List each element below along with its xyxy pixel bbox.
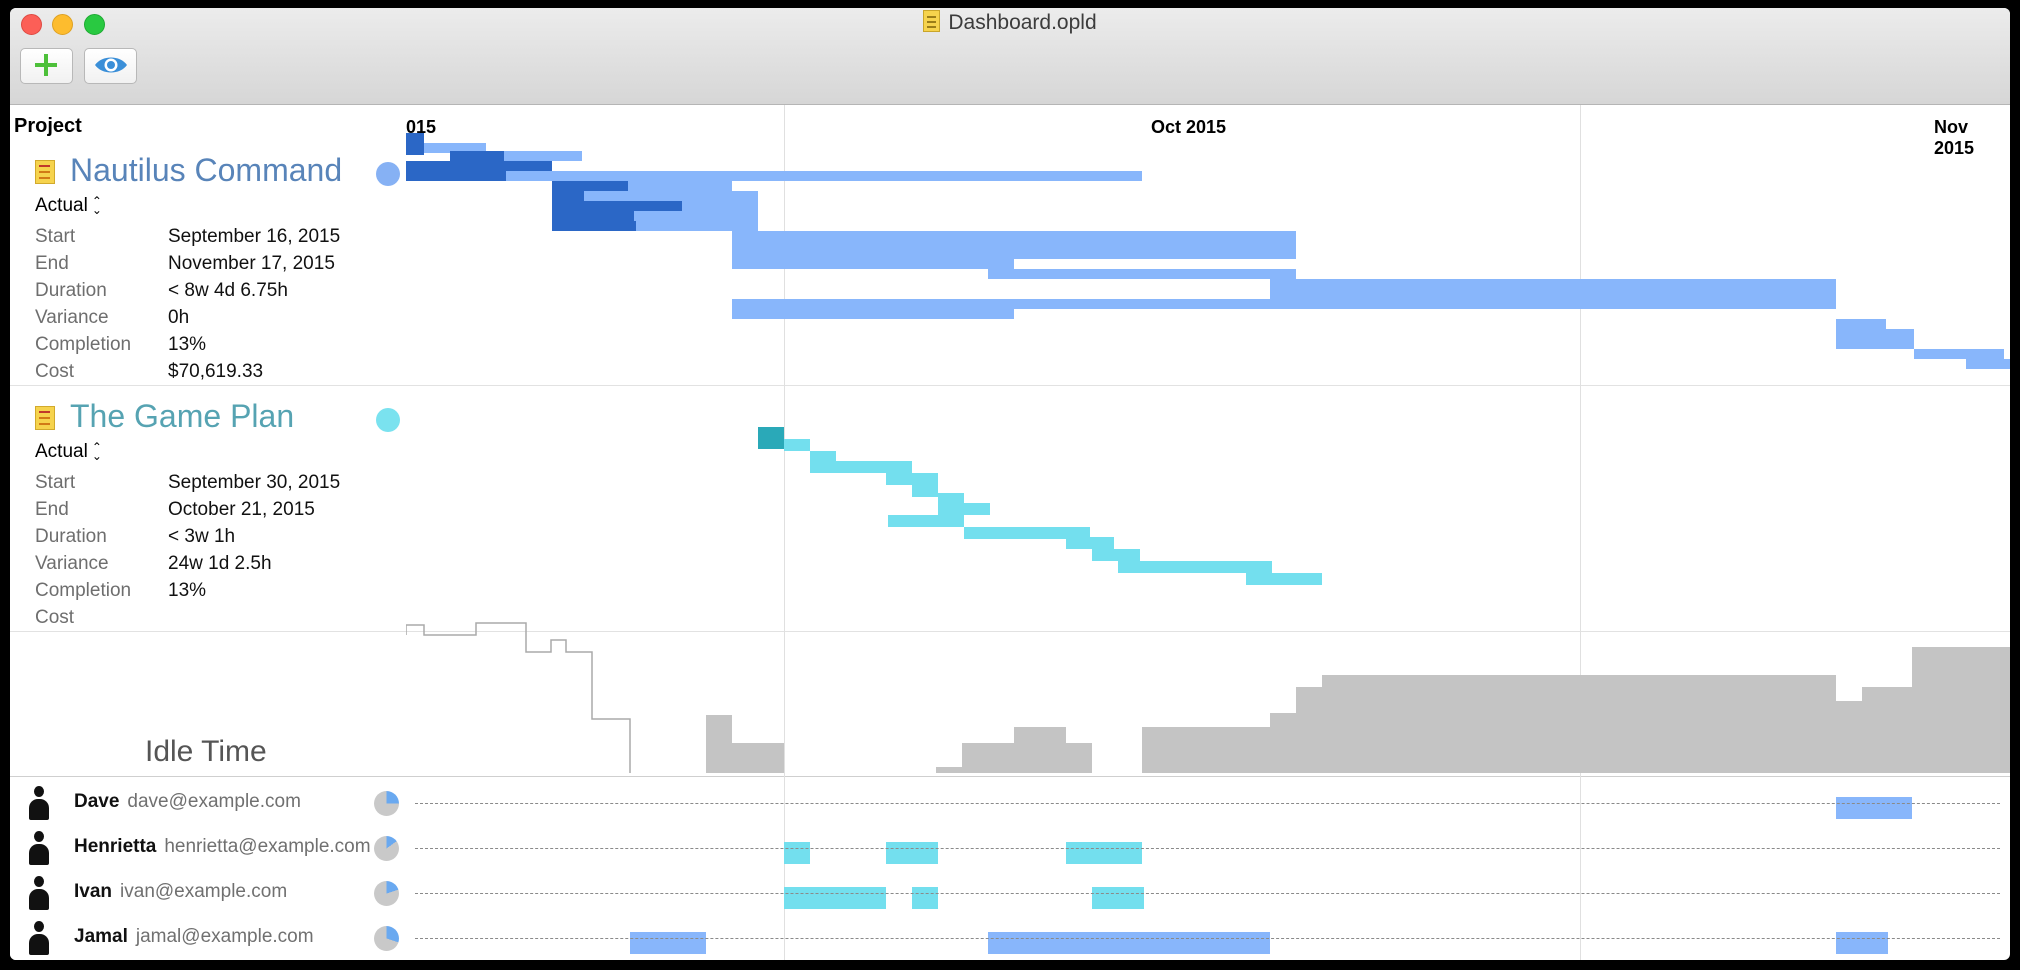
project-file-icon [35, 160, 55, 184]
resource-email: dave@example.com [127, 791, 301, 812]
idle-time-bar [1322, 675, 1836, 773]
field-value-completion: 13% [168, 334, 207, 355]
resource-row-henrietta[interactable]: Henrietta henrietta@example.com [10, 826, 406, 870]
idle-time-bar [1296, 687, 1322, 773]
field-label-completion: Completion [35, 580, 132, 601]
utilization-pie-icon [374, 836, 399, 861]
idle-time-bar [1066, 743, 1092, 773]
resource-name-text: Jamal [74, 926, 128, 947]
person-icon [28, 876, 50, 910]
resource-name-text: Ivan [74, 881, 113, 902]
idle-time-bar [936, 767, 962, 773]
document-icon [923, 10, 941, 32]
person-icon [28, 921, 50, 955]
person-icon [28, 786, 50, 820]
field-value-completion: 13% [168, 580, 207, 601]
view-options-button[interactable] [84, 48, 137, 84]
schedule-mode-popup[interactable]: Actual ⌃ ⌄ [35, 441, 102, 463]
field-label-start: Start [35, 472, 76, 493]
field-label-duration: Duration [35, 526, 107, 547]
project-file-icon [35, 406, 55, 430]
person-icon [28, 831, 50, 865]
updown-chevron-icon: ⌃ ⌄ [91, 194, 102, 217]
field-value-duration: < 8w 4d 6.75h [168, 280, 288, 301]
schedule-mode-value: Actual [35, 441, 88, 462]
field-label-cost: Cost [35, 361, 75, 382]
window-title: Dashboard.opld [10, 10, 2010, 35]
gantt-chart: 015 Oct 2015 Nov 2015 [406, 105, 2010, 960]
resource-row-jamal[interactable]: Jamal jamal@example.com [10, 916, 406, 960]
resource-email: jamal@example.com [135, 926, 314, 947]
idle-time-bar [732, 743, 784, 773]
idle-time-bar [1912, 647, 2010, 773]
title-bar: Dashboard.opld [10, 8, 2010, 105]
assignment-bar[interactable] [886, 842, 938, 864]
field-value-duration: < 3w 1h [168, 526, 236, 547]
add-button[interactable] [20, 48, 73, 84]
project-color-swatch[interactable] [376, 408, 400, 432]
resource-name: Ivan ivan@example.com [74, 881, 287, 903]
project-color-swatch[interactable] [376, 162, 400, 186]
assignment-bar[interactable] [1836, 932, 1888, 954]
project-column-header[interactable]: Project [14, 115, 82, 138]
resource-name-text: Dave [74, 791, 120, 812]
resource-name-text: Henrietta [74, 836, 157, 857]
dashboard-content: Project Nautilus Command Actual ⌃ ⌄ Start … [10, 105, 2010, 960]
assignment-bar[interactable] [630, 932, 706, 954]
resource-email: ivan@example.com [120, 881, 288, 902]
field-value-cost: $70,619.33 [168, 361, 264, 382]
idle-time-bar [1862, 687, 1912, 773]
assignment-bar[interactable] [784, 842, 810, 864]
app-window: Dashboard.opld Project Nautilus Command … [10, 8, 2010, 960]
field-value-variance: 24w 1d 2.5h [168, 553, 272, 574]
idle-time-bar [962, 743, 1014, 773]
field-label-variance: Variance [35, 307, 109, 328]
utilization-pie-icon [374, 926, 399, 951]
window-title-text: Dashboard.opld [948, 11, 1097, 34]
resource-timeline-guide [415, 848, 2000, 849]
plus-icon [34, 53, 58, 77]
assignment-bar[interactable] [1092, 887, 1144, 909]
field-value-start: September 16, 2015 [168, 226, 341, 247]
idle-time-label: Idle Time [145, 735, 267, 768]
schedule-mode-value: Actual [35, 195, 88, 216]
assignment-bar[interactable] [988, 932, 1270, 954]
idle-time-bar [1836, 701, 1862, 773]
resource-row-dave[interactable]: Dave dave@example.com [10, 781, 406, 825]
schedule-mode-popup[interactable]: Actual ⌃ ⌄ [35, 195, 102, 217]
field-value-end: October 21, 2015 [168, 499, 315, 520]
utilization-pie-icon [374, 881, 399, 906]
utilization-pie-icon [374, 791, 399, 816]
resource-email: henrietta@example.com [164, 836, 371, 857]
resource-timeline-guide [415, 893, 2000, 894]
idle-time-bar [1270, 713, 1296, 773]
field-value-start: September 30, 2015 [168, 472, 341, 493]
resource-row-ivan[interactable]: Ivan ivan@example.com [10, 871, 406, 915]
project-name[interactable]: The Game Plan [70, 398, 294, 435]
project-name[interactable]: Nautilus Command [70, 152, 342, 189]
field-value-end: November 17, 2015 [168, 253, 335, 274]
field-label-completion: Completion [35, 334, 132, 355]
field-label-duration: Duration [35, 280, 107, 301]
assignment-bar[interactable] [1066, 842, 1142, 864]
assignment-bar[interactable] [784, 887, 886, 909]
assignment-bar[interactable] [1836, 797, 1912, 819]
field-label-start: Start [35, 226, 76, 247]
resource-timeline-guide [415, 938, 2000, 939]
field-label-cost: Cost [35, 607, 75, 628]
field-label-end: End [35, 253, 69, 274]
idle-time-bar [1014, 727, 1066, 773]
field-label-end: End [35, 499, 69, 520]
resource-name: Jamal jamal@example.com [74, 926, 314, 948]
updown-chevron-icon: ⌃ ⌄ [91, 440, 102, 463]
resource-timeline-guide [415, 803, 2000, 804]
eye-icon [95, 57, 127, 73]
field-value-variance: 0h [168, 307, 190, 328]
field-label-variance: Variance [35, 553, 109, 574]
resource-name: Dave dave@example.com [74, 791, 301, 813]
idle-time-outline [406, 622, 631, 773]
resource-name: Henrietta henrietta@example.com [74, 836, 371, 858]
idle-time-bar [706, 715, 732, 773]
assignment-bar[interactable] [912, 887, 938, 909]
